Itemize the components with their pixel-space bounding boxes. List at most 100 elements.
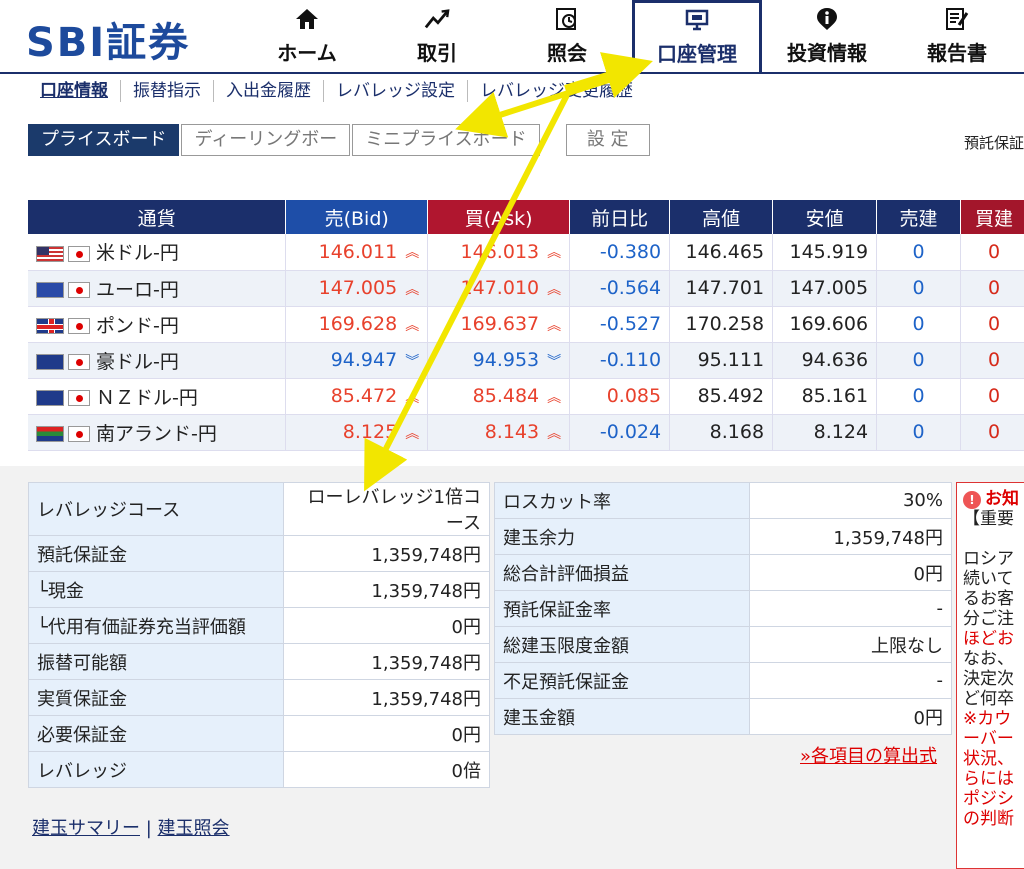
- currency-pair-cell[interactable]: ＮＺドル-円: [28, 378, 287, 415]
- change-value: -0.380: [569, 234, 671, 271]
- up-arrow-icon: ︽: [405, 389, 420, 406]
- sell-position-count[interactable]: 0: [876, 270, 961, 307]
- link-separator: |: [145, 818, 152, 839]
- currency-pair-cell[interactable]: ユーロ-円: [28, 270, 287, 307]
- high-value: 146.465: [669, 234, 774, 271]
- sbi-logo[interactable]: SBI証券: [26, 10, 190, 68]
- bid-price[interactable]: 94.947 ︾: [285, 342, 429, 379]
- subnav-leverage-setting[interactable]: レバレッジ設定: [324, 80, 468, 102]
- buy-position-count[interactable]: 0: [960, 378, 1024, 415]
- rate-row[interactable]: ＮＺドル-円 85.472 ︽ 85.484 ︽ 0.085 85.492 85.161 0 0: [28, 378, 1024, 415]
- nav-investment-info[interactable]: 投資情報: [762, 0, 892, 72]
- ask-price[interactable]: 85.484 ︽: [427, 378, 571, 415]
- account-label: 必要保証金: [28, 715, 284, 752]
- ask-price[interactable]: 146.013 ︽: [427, 234, 571, 271]
- rate-row[interactable]: ユーロ-円 147.005 ︽ 147.010 ︽ -0.564 147.701 147.00…: [28, 270, 1024, 307]
- formula-link[interactable]: »各項目の算出式: [800, 742, 937, 768]
- account-summary-left: レバレッジコース ローレバレッジ1倍コース 預託保証金 1,359,748円 └現金 1,…: [28, 482, 490, 788]
- position-inquiry-link[interactable]: 建玉照会: [158, 818, 230, 839]
- account-label: 総建玉限度金額: [494, 626, 750, 663]
- currency-pair-cell[interactable]: 米ドル-円: [28, 234, 287, 271]
- buy-position-count[interactable]: 0: [960, 342, 1024, 379]
- notice-line: 続いて: [963, 569, 1014, 589]
- sell-position-count[interactable]: 0: [876, 234, 961, 271]
- nav-inquiry[interactable]: 照会: [502, 0, 632, 72]
- monitor-icon: [684, 8, 710, 32]
- nav-trade[interactable]: 取引: [372, 0, 502, 72]
- currency-pair-name: ＮＺドル-円: [96, 386, 198, 409]
- account-row: 預託保証金 1,359,748円: [28, 535, 490, 572]
- buy-position-count[interactable]: 0: [960, 306, 1024, 343]
- notice-line: ポジシ: [963, 789, 1014, 809]
- notice-line: の判断: [963, 809, 1014, 829]
- subnav-leverage-change-history[interactable]: レバレッジ変更履歴: [468, 80, 645, 102]
- main-nav: ホーム 取引 照会 口座管理 投資情報 報告書: [242, 0, 1022, 72]
- header-high: 高値: [669, 200, 774, 234]
- tab-mini-price-board[interactable]: ミニプライスボード: [352, 124, 540, 156]
- header-sell-position: 売建: [876, 200, 961, 234]
- subnav-deposit-history[interactable]: 入出金履歴: [214, 80, 324, 102]
- account-value: 0円: [283, 715, 490, 752]
- sell-position-count[interactable]: 0: [876, 378, 961, 415]
- notice-line: ど何卒: [963, 689, 1014, 709]
- notice-line: ほどお: [963, 629, 1014, 649]
- nav-home[interactable]: ホーム: [242, 0, 372, 72]
- currency-pair-name: 米ドル-円: [96, 242, 179, 265]
- jp-flag-icon: [68, 426, 90, 442]
- currency-pair-cell[interactable]: 豪ドル-円: [28, 342, 287, 379]
- gb-flag-icon: [36, 318, 64, 334]
- buy-position-count[interactable]: 0: [960, 270, 1024, 307]
- position-summary-link[interactable]: 建玉サマリー: [32, 818, 140, 839]
- account-row: 不足預託保証金 -: [494, 662, 952, 699]
- currency-pair-cell[interactable]: ポンド-円: [28, 306, 287, 343]
- account-label: └代用有価証券充当評価額: [28, 607, 284, 644]
- notice-line: 決定次: [963, 669, 1014, 689]
- account-label: 預託保証金: [28, 535, 284, 572]
- account-row: ロスカット率 30%: [494, 482, 952, 519]
- ask-price[interactable]: 8.143 ︽: [427, 414, 571, 451]
- change-value: 0.085: [569, 378, 671, 415]
- header-bid: 売(Bid): [285, 200, 429, 234]
- low-value: 169.606: [772, 306, 878, 343]
- price-board-table: 通貨 売(Bid) 買(Ask) 前日比 高値 安値 売建 買建 米ドル-円 14…: [28, 200, 1024, 451]
- buy-position-count[interactable]: 0: [960, 414, 1024, 451]
- bid-price[interactable]: 8.125 ︽: [285, 414, 429, 451]
- account-label: レバレッジ: [28, 751, 284, 788]
- nav-home-label: ホーム: [277, 40, 337, 65]
- notice-line: ーバー: [963, 729, 1014, 749]
- up-arrow-icon: ︽: [405, 281, 420, 298]
- nav-account-management[interactable]: 口座管理: [632, 0, 762, 72]
- rate-row[interactable]: 南アランド-円 8.125 ︽ 8.143 ︽ -0.024 8.168 8.124 0 0: [28, 414, 1024, 451]
- ask-price[interactable]: 147.010 ︽: [427, 270, 571, 307]
- account-value: 0円: [283, 607, 490, 644]
- sell-position-count[interactable]: 0: [876, 414, 961, 451]
- account-value: 1,359,748円: [283, 679, 490, 716]
- subnav-account-info[interactable]: 口座情報: [28, 80, 121, 102]
- buy-position-count[interactable]: 0: [960, 234, 1024, 271]
- rate-row[interactable]: 米ドル-円 146.011 ︽ 146.013 ︽ -0.380 146.465 145.91…: [28, 234, 1024, 271]
- nav-report[interactable]: 報告書: [892, 0, 1022, 72]
- currency-pair-cell[interactable]: 南アランド-円: [28, 414, 287, 451]
- tab-price-board[interactable]: プライスボード: [28, 124, 180, 156]
- sell-position-count[interactable]: 0: [876, 306, 961, 343]
- subnav-transfer-instruction[interactable]: 振替指示: [121, 80, 214, 102]
- account-label: 総合計評価損益: [494, 554, 750, 591]
- rate-row[interactable]: ポンド-円 169.628 ︽ 169.637 ︽ -0.527 170.258 169.60…: [28, 306, 1024, 343]
- account-row: └現金 1,359,748円: [28, 571, 490, 608]
- ask-price[interactable]: 94.953 ︾: [427, 342, 571, 379]
- bid-price[interactable]: 146.011 ︽: [285, 234, 429, 271]
- change-value: -0.564: [569, 270, 671, 307]
- high-value: 147.701: [669, 270, 774, 307]
- trade-chart-icon: [424, 7, 450, 31]
- tab-settings[interactable]: 設 定: [565, 124, 650, 156]
- tab-dealing-board[interactable]: ディーリングボー: [181, 124, 351, 156]
- ask-price[interactable]: 169.637 ︽: [427, 306, 571, 343]
- bid-price[interactable]: 85.472 ︽: [285, 378, 429, 415]
- bid-price[interactable]: 169.628 ︽: [285, 306, 429, 343]
- up-arrow-icon: ︽: [547, 425, 562, 442]
- account-value: 1,359,748円: [283, 571, 490, 608]
- sell-position-count[interactable]: 0: [876, 342, 961, 379]
- down-arrow-icon: ︾: [547, 353, 562, 370]
- rate-row[interactable]: 豪ドル-円 94.947 ︾ 94.953 ︾ -0.110 95.111 94.636 0 0: [28, 342, 1024, 379]
- bid-price[interactable]: 147.005 ︽: [285, 270, 429, 307]
